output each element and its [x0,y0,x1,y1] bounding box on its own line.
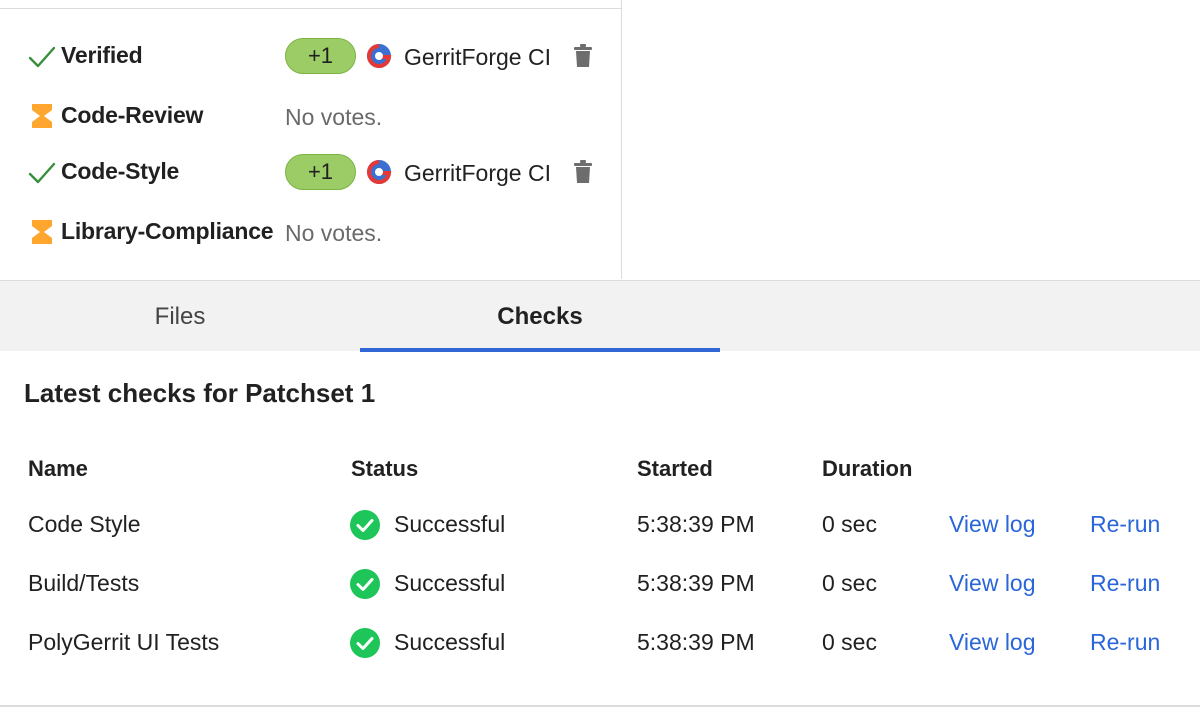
view-log-link[interactable]: View log [949,511,1036,538]
label-name: Verified [61,42,143,68]
table-row: Code Style Successful 5:38:39 PM 0 sec V… [0,505,1200,545]
rerun-link[interactable]: Re-run [1090,629,1160,656]
no-votes-text: No votes. [285,104,383,130]
view-log-link[interactable]: View log [949,629,1036,656]
rerun-link[interactable]: Re-run [1090,511,1160,538]
column-header-name: Name [28,456,88,481]
trash-icon[interactable] [573,44,593,68]
check-name: PolyGerrit UI Tests [28,629,220,655]
check-status: Successful [394,629,506,655]
view-log-link[interactable]: View log [949,570,1036,597]
label-name: Library-Compliance [61,218,274,244]
column-header-duration: Duration [822,456,913,481]
check-duration: 0 sec [822,570,877,596]
check-status: Successful [394,570,506,596]
check-duration: 0 sec [822,629,877,655]
panel-divider [0,8,621,9]
label-name: Code-Style [61,158,180,184]
label-row-code-review: Code-Review No votes. [0,96,621,136]
label-row-library-compliance: Library-Compliance No votes. [0,212,621,252]
check-started: 5:38:39 PM [637,570,755,596]
hourglass-icon [32,104,52,128]
hourglass-icon [32,220,52,244]
gerritforge-logo-icon [367,160,392,184]
column-header-status: Status [351,456,419,481]
check-name: Code Style [28,511,141,537]
check-duration: 0 sec [822,511,877,537]
no-votes-text: No votes. [285,220,383,246]
vote-chip[interactable]: +1 [285,38,356,74]
check-circle-icon [350,628,380,658]
account-name[interactable]: GerritForge CI [404,44,551,71]
column-header-started: Started [637,456,713,481]
trash-icon[interactable] [573,160,593,184]
label-name: Code-Review [61,102,204,128]
check-started: 5:38:39 PM [637,629,755,655]
check-status: Successful [394,511,506,537]
table-row: Build/Tests Successful 5:38:39 PM 0 sec … [0,564,1200,604]
gerritforge-logo-icon [367,44,392,68]
checks-heading: Latest checks for Patchset 1 [24,378,376,408]
check-icon [28,46,56,68]
tab-files[interactable]: Files [0,281,360,352]
label-row-verified: Verified +1 GerritForge CI [0,36,621,76]
tab-checks[interactable]: Checks [360,281,720,352]
tab-bar: Files Checks [0,280,1200,352]
check-started: 5:38:39 PM [637,511,755,537]
check-icon [28,162,56,184]
vote-chip[interactable]: +1 [285,154,356,190]
check-circle-icon [350,569,380,599]
check-name: Build/Tests [28,570,140,596]
check-circle-icon [350,510,380,540]
tab-selected-indicator [360,348,720,352]
label-row-code-style: Code-Style +1 GerritForge CI [0,152,621,192]
table-row: PolyGerrit UI Tests Successful 5:38:39 P… [0,623,1200,663]
labels-panel: Verified +1 GerritForge CI Code-Review N… [0,0,622,279]
rerun-link[interactable]: Re-run [1090,570,1160,597]
account-name[interactable]: GerritForge CI [404,160,551,187]
